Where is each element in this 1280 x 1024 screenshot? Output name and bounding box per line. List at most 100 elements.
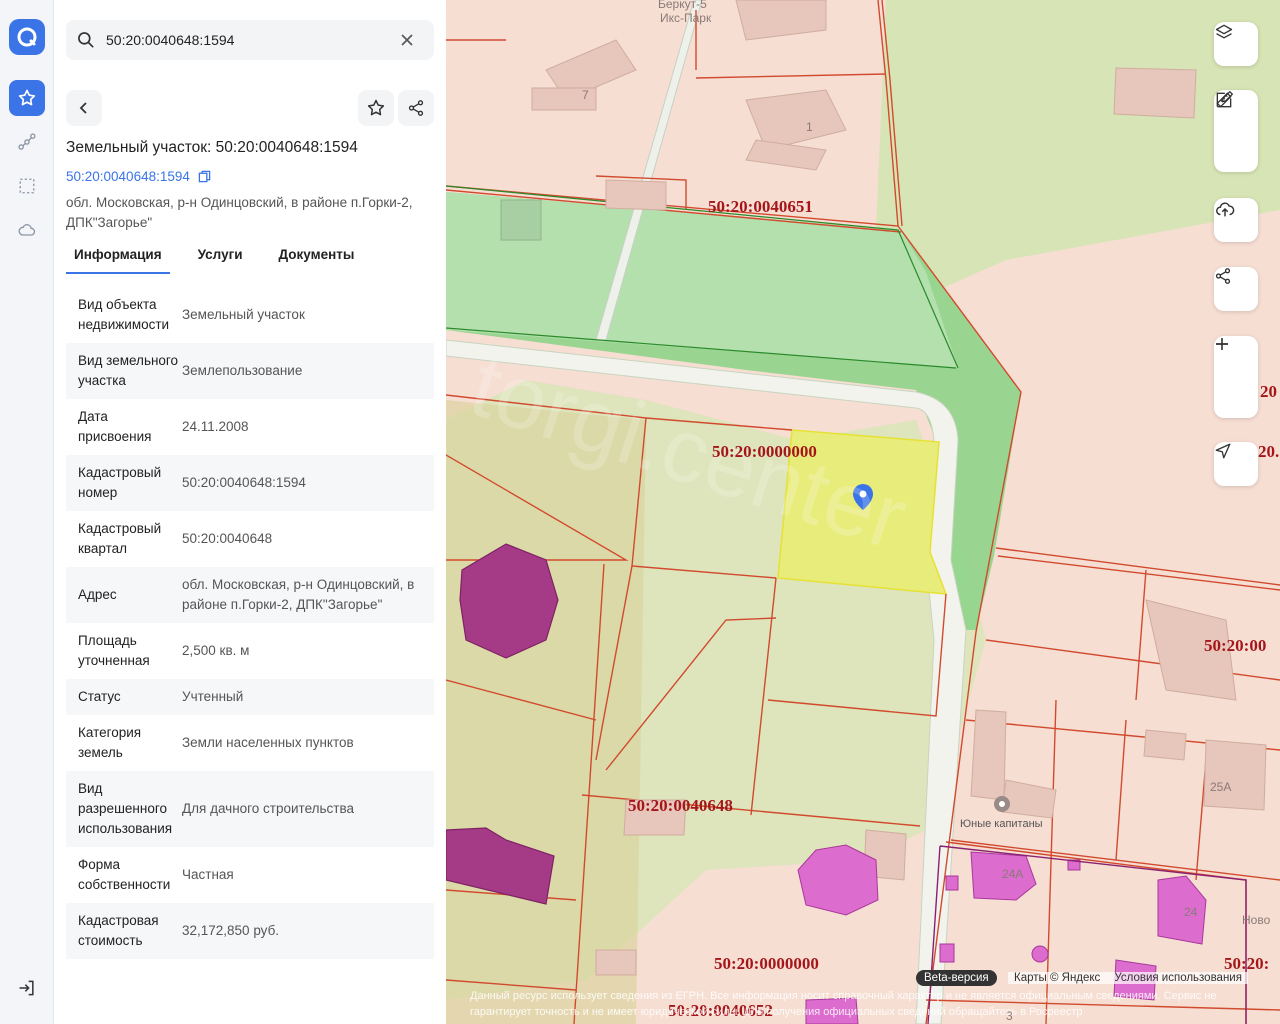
info-key: Дата присвоения <box>78 409 152 444</box>
info-key: Статус <box>78 689 121 704</box>
geolocation-button[interactable] <box>1214 442 1258 486</box>
info-row: Кадастровый номер 50:20:0040648:1594 <box>66 455 434 511</box>
copy-icon[interactable] <box>198 170 211 183</box>
info-row: Форма собственности Частная <box>66 847 434 903</box>
search-input[interactable] <box>106 32 396 48</box>
info-value: Земельный участок <box>182 307 305 322</box>
quarter-label: 20. <box>1258 442 1279 461</box>
navigation-arrow-icon <box>1215 443 1231 459</box>
info-key: Кадастровый квартал <box>78 521 162 556</box>
quarter-label: 50:20:0000000 <box>714 954 819 973</box>
house-number: 25А <box>1210 780 1231 794</box>
edit-icon <box>1216 91 1233 108</box>
info-value: 50:20:0040648:1594 <box>182 475 306 490</box>
favorites-star-icon[interactable] <box>9 80 45 116</box>
house-number: 1 <box>806 120 813 134</box>
info-key: Адрес <box>78 587 117 602</box>
tools-group <box>1214 90 1258 172</box>
layers-icon <box>1215 24 1233 39</box>
details-panel: Земельный участок: 50:20:0040648:1594 50… <box>54 0 446 1024</box>
info-value: 2,500 кв. м <box>182 643 250 658</box>
info-value: 50:20:0040648 <box>182 531 273 546</box>
info-value: Учтенный <box>182 689 244 704</box>
info-row: Вид земельного участка Землепользование <box>66 343 434 399</box>
place-label: Беркут-5 <box>658 0 707 11</box>
info-row: Вид объекта недвижимости Земельный участо… <box>66 287 434 343</box>
cadastral-number-text[interactable]: 50:20:0040648:1594 <box>66 169 190 184</box>
info-row: Кадастровый квартал 50:20:0040648 <box>66 511 434 567</box>
info-key: Вид объекта недвижимости <box>78 297 170 332</box>
quarter-label: 50:20: <box>1224 954 1269 973</box>
zoom-out-button[interactable] <box>1214 343 1258 418</box>
info-key: Площадь уточненная <box>78 633 150 668</box>
disclaimer-text: Данный ресурс использует сведения из ЕГР… <box>470 990 1217 1018</box>
info-key: Форма собственности <box>78 857 171 892</box>
left-rail <box>0 0 54 1024</box>
star-icon <box>367 99 385 116</box>
add-favorite-button[interactable] <box>358 90 394 126</box>
poi-label: Юные капитаны <box>960 818 1043 830</box>
route-nodes-icon[interactable] <box>9 124 45 160</box>
upload-button[interactable] <box>1214 198 1258 242</box>
info-row: Кадастровая стоимость 32,172,850 руб. <box>66 903 434 959</box>
share-icon <box>1215 268 1231 284</box>
beta-badge: Beta-версия <box>916 970 997 986</box>
edit-button[interactable] <box>1214 91 1258 172</box>
parcel-address: обл. Московская, р-н Одинцовский, в райо… <box>66 195 413 230</box>
place-label: Икс-Парк <box>660 11 712 25</box>
info-value: Земли населенных пунктов <box>182 735 354 750</box>
search-bar <box>66 20 434 60</box>
info-value: 32,172,850 руб. <box>182 923 280 938</box>
share-button[interactable] <box>398 90 434 126</box>
quarter-label: 50:20:00 <box>1204 636 1266 655</box>
info-row: Статус Учтенный <box>66 679 434 715</box>
search-icon <box>76 30 96 50</box>
tab-documents[interactable]: Документы <box>271 244 363 274</box>
quarter-label: 20 <box>1260 382 1277 401</box>
clear-search-icon[interactable] <box>400 33 414 47</box>
tab-bar: Информация Услуги Документы <box>66 244 362 274</box>
cloud-upload-icon <box>1216 202 1235 217</box>
poi-camp-icon[interactable] <box>994 796 1010 812</box>
info-value: Для дачного строительства <box>182 801 355 816</box>
info-table: Вид объекта недвижимости Земельный участо… <box>66 287 434 959</box>
info-key: Вид земельного участка <box>78 353 179 388</box>
info-key: Кадастровый номер <box>78 465 162 500</box>
share-icon <box>408 100 424 116</box>
copyright-text: Карты © Яндекс <box>1014 972 1101 984</box>
info-value: Землепользование <box>182 363 303 378</box>
app-logo-icon[interactable] <box>9 19 45 55</box>
layers-button[interactable] <box>1214 22 1258 66</box>
info-key: Категория земель <box>78 725 142 760</box>
info-row: Вид разрешенного использования Для дачног… <box>66 771 434 847</box>
cloud-icon[interactable] <box>9 212 45 248</box>
map-canvas[interactable]: torgi.center 50:20:0040651 50:20:0000000… <box>446 0 1280 1024</box>
zoom-controls <box>1214 336 1258 418</box>
quarter-label: 50:20:0040648 <box>628 796 733 815</box>
info-row: Площадь уточненная 2,500 кв. м <box>66 623 434 679</box>
terms-link[interactable]: Условия использования <box>1114 972 1242 984</box>
house-number: 7 <box>582 88 589 102</box>
logout-icon[interactable] <box>14 975 40 1001</box>
cadastral-number-link[interactable]: 50:20:0040648:1594 <box>66 169 211 184</box>
minus-icon <box>1216 343 1228 345</box>
tab-services[interactable]: Услуги <box>190 244 251 274</box>
page-title: Земельный участок: 50:20:0040648:1594 <box>66 139 358 156</box>
tab-information[interactable]: Информация <box>66 244 170 274</box>
area-select-icon[interactable] <box>9 168 45 204</box>
info-row: Адрес обл. Московская, р-н Одинцовский, в… <box>66 567 434 623</box>
info-key: Вид разрешенного использования <box>78 781 173 836</box>
map-view[interactable]: torgi.center 50:20:0040651 50:20:0000000… <box>446 0 1280 1024</box>
info-row: Категория земель Земли населенных пунктов <box>66 715 434 771</box>
house-number: 24А <box>1002 867 1023 881</box>
map-attribution: Карты © Яндекс Условия использования <box>1008 972 1248 984</box>
info-value: Частная <box>182 867 234 882</box>
chevron-left-icon <box>79 102 87 114</box>
info-value: 24.11.2008 <box>182 419 249 434</box>
info-key: Кадастровая стоимость <box>78 913 159 948</box>
info-row: Дата присвоения 24.11.2008 <box>66 399 434 455</box>
house-number: 24 <box>1184 905 1198 919</box>
quarter-label: 50:20:0040651 <box>708 197 813 216</box>
back-button[interactable] <box>66 90 102 126</box>
map-share-button[interactable] <box>1214 267 1258 311</box>
